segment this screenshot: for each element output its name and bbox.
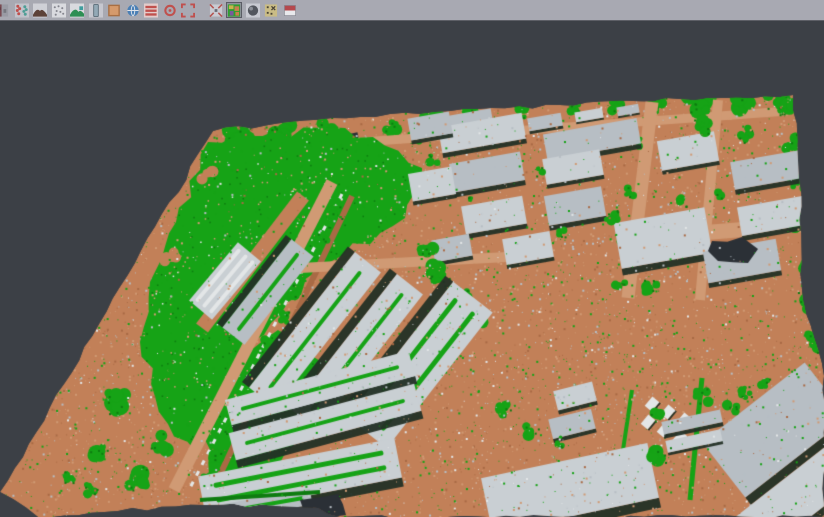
canopy-surface-icon[interactable]: [69, 2, 85, 18]
zoom-extent-icon[interactable]: [180, 2, 196, 18]
3d-viewport[interactable]: [0, 0, 824, 517]
orthoimage-icon[interactable]: [106, 2, 122, 18]
layers-icon[interactable]: [143, 2, 159, 18]
image-overlay-icon[interactable]: [208, 2, 224, 18]
flag-icon[interactable]: [282, 2, 298, 18]
shaded-view-icon[interactable]: [245, 2, 261, 18]
classification-colors-icon[interactable]: [226, 2, 242, 18]
clip-region-icon[interactable]: [0, 2, 11, 18]
target-circle-icon[interactable]: [162, 2, 178, 18]
profile-view-icon[interactable]: [88, 2, 104, 18]
application-window: [0, 0, 824, 517]
bare-earth-icon[interactable]: [32, 2, 48, 18]
measure-map-icon[interactable]: [263, 2, 279, 18]
classify-points-icon[interactable]: [14, 2, 30, 18]
globe-icon[interactable]: [125, 2, 141, 18]
point-cloud-icon[interactable]: [51, 2, 67, 18]
toolbar: [0, 0, 824, 21]
